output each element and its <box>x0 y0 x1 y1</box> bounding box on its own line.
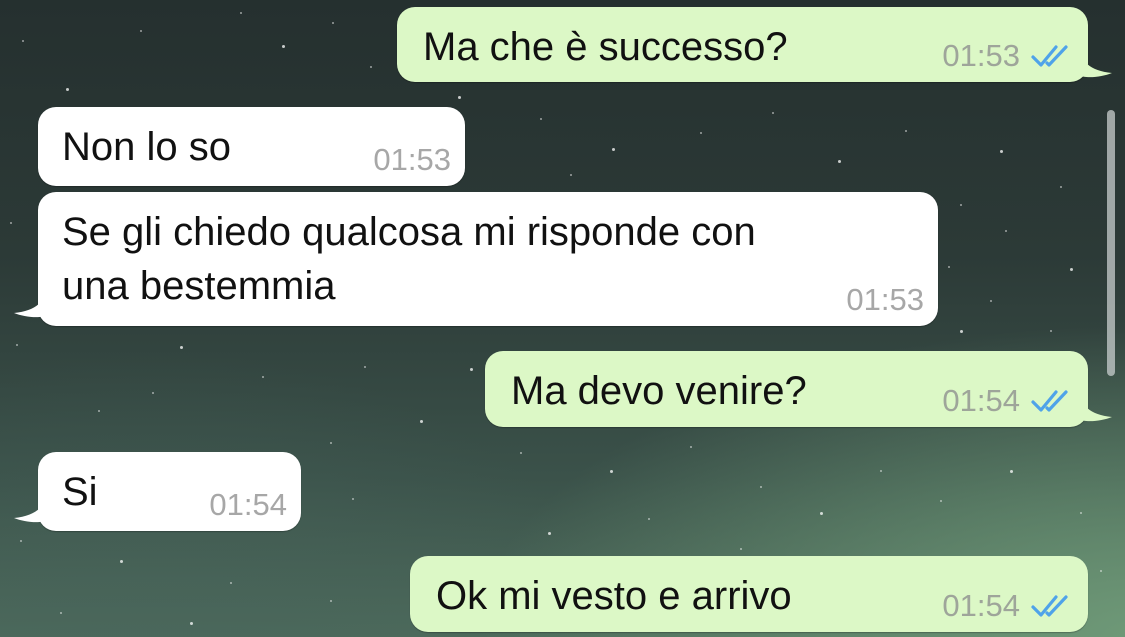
message-bubble-outgoing[interactable]: Ma che è successo? 01:53 <box>397 7 1112 82</box>
message-text: Ma che è successo? <box>423 25 788 69</box>
message-text: Si <box>62 470 98 514</box>
message-text: Non lo so <box>62 125 231 169</box>
message-timestamp: 01:53 <box>942 38 1020 73</box>
double-check-read-icon <box>1031 390 1068 412</box>
double-check-read-icon <box>1031 595 1068 617</box>
message-meta: 01:54 <box>942 383 1074 419</box>
message-meta: 01:54 <box>942 588 1074 624</box>
message-text: Ok mi vesto e arrivo <box>436 574 792 618</box>
message-meta: 01:53 <box>846 282 924 318</box>
message-timestamp: 01:54 <box>942 383 1020 418</box>
message-text: Se gli chiedo qualcosa mi risponde con u… <box>62 210 756 308</box>
message-bubble-outgoing[interactable]: Ma devo venire? 01:54 <box>485 351 1112 427</box>
bubble-tail <box>14 490 48 523</box>
message-meta: 01:54 <box>209 487 287 523</box>
bubble-tail <box>1078 389 1112 422</box>
message-bubble-outgoing[interactable]: Ok mi vesto e arrivo 01:54 <box>410 556 1088 632</box>
message-timestamp: 01:54 <box>209 487 287 522</box>
message-meta: 01:53 <box>942 38 1074 74</box>
message-bubble-incoming[interactable]: Se gli chiedo qualcosa mi risponde con u… <box>14 192 938 326</box>
double-check-read-icon <box>1031 45 1068 67</box>
bubble-tail <box>1078 45 1112 78</box>
message-timestamp: 01:53 <box>846 282 924 317</box>
message-bubble-incoming[interactable]: Non lo so 01:53 <box>38 107 465 186</box>
bubble-tail <box>14 285 48 318</box>
message-meta: 01:53 <box>373 142 451 178</box>
message-timestamp: 01:54 <box>942 588 1020 623</box>
scrollbar-thumb[interactable] <box>1107 110 1115 376</box>
message-timestamp: 01:53 <box>373 142 451 177</box>
message-bubble-incoming[interactable]: Si 01:54 <box>14 452 301 531</box>
message-text: Ma devo venire? <box>511 369 807 413</box>
